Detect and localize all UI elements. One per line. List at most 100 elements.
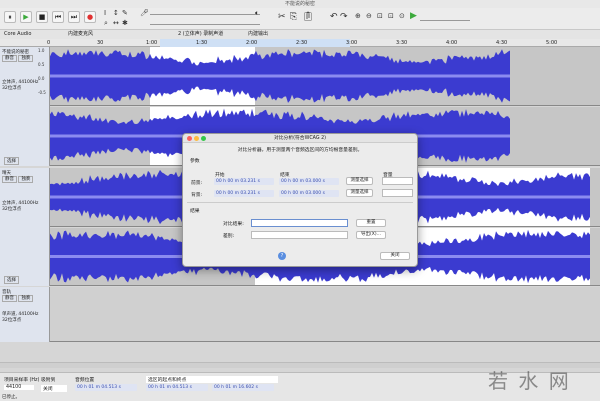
window-title: 不能说的秘密 bbox=[0, 0, 600, 8]
selection-mode-select[interactable]: 选区的起点和终点 bbox=[146, 376, 278, 383]
close-window-icon[interactable] bbox=[187, 136, 192, 141]
play-at-speed-icon[interactable]: ▶ bbox=[410, 11, 417, 21]
play-speed-slider[interactable] bbox=[420, 20, 470, 21]
play-button[interactable]: ▶ bbox=[20, 11, 32, 23]
waveform-channel[interactable] bbox=[50, 47, 600, 106]
results-label: 结果 bbox=[190, 209, 200, 214]
record-meter[interactable] bbox=[150, 14, 260, 15]
selection-tool-icon[interactable]: I bbox=[104, 9, 106, 17]
playback-meter[interactable] bbox=[150, 24, 260, 25]
select-button[interactable]: 选择 bbox=[4, 276, 19, 284]
tick: 2:30 bbox=[296, 40, 308, 46]
tick: 3:00 bbox=[346, 40, 358, 46]
watermark: 若 水 网 bbox=[488, 369, 571, 393]
fit-selection-icon[interactable]: ⊡ bbox=[377, 12, 383, 20]
toolbar: ⏸ ▶ ■ ⏮ ⏭ ● I ↕ ✎ ⌕ ↔ ✱ 🎤︎ 🔈︎ ✂ ⎘ 📋︎ ↶ ↷… bbox=[0, 8, 600, 30]
fit-project-icon[interactable]: ⊡ bbox=[388, 12, 394, 20]
solo-button[interactable]: 独奏 bbox=[18, 55, 34, 62]
tick: 4:00 bbox=[446, 40, 458, 46]
speaker-icon: 🔈︎ bbox=[255, 9, 260, 17]
host-select[interactable]: Core Audio bbox=[4, 30, 31, 39]
copy-icon[interactable]: ⎘ bbox=[290, 12, 297, 22]
difference-field[interactable] bbox=[251, 231, 348, 239]
col-end: 结束 bbox=[280, 173, 290, 178]
selection-end[interactable]: 00 h 01 m 16.602 s bbox=[212, 384, 274, 391]
zoom-window-icon[interactable] bbox=[201, 136, 206, 141]
skip-end-button[interactable]: ⏭ bbox=[68, 11, 80, 23]
record-meter-icon: 🎤︎ bbox=[140, 9, 149, 17]
tick: 3:30 bbox=[396, 40, 408, 46]
output-device-select[interactable]: 内建输出 bbox=[248, 30, 268, 39]
draw-tool-icon[interactable]: ✎ bbox=[122, 9, 128, 17]
undo-icon[interactable]: ↶ bbox=[330, 12, 338, 22]
zoom-out-icon[interactable]: ⊖ bbox=[366, 12, 372, 20]
fg-end-time[interactable]: 00 h 00 m 03.000 s bbox=[279, 178, 339, 185]
track-info: 立体声, 44100Hz 32位浮点 bbox=[2, 201, 39, 212]
params-label: 参数 bbox=[190, 159, 200, 164]
track-control-panel[interactable]: 音轨 静音 独奏 单声道, 44100Hz 32位浮点 bbox=[0, 287, 50, 342]
paste-icon[interactable]: 📋︎ bbox=[302, 12, 313, 22]
snap-select[interactable]: 关闭 bbox=[41, 385, 67, 392]
rate-select[interactable]: 44100 bbox=[4, 385, 34, 390]
snap-label: 吸附到 bbox=[41, 378, 56, 383]
skip-start-button[interactable]: ⏮ bbox=[52, 11, 64, 23]
mute-button[interactable]: 静音 bbox=[2, 176, 17, 183]
dialog-description: 对比分析器，用于测量两个音频选区间的方均根音量差别。 bbox=[237, 148, 363, 153]
tick: 4:30 bbox=[496, 40, 508, 46]
channels-select[interactable]: 2 (立体声) 录制声道 bbox=[178, 30, 223, 39]
foreground-label: 前景: bbox=[191, 181, 203, 186]
tick: 5:00 bbox=[546, 40, 558, 46]
close-button[interactable]: 关闭 bbox=[380, 252, 410, 260]
amplitude-scale: 1.0 0.5 0.0 -0.5 bbox=[38, 48, 46, 95]
stop-button[interactable]: ■ bbox=[36, 11, 48, 23]
export-button[interactable]: 导出(X)... bbox=[356, 231, 386, 239]
cut-icon[interactable]: ✂ bbox=[278, 12, 286, 22]
zoom-tool-icon[interactable]: ⌕ bbox=[104, 19, 108, 28]
timeline-ruler[interactable]: 0 30 1:00 1:30 2:00 2:30 3:00 3:30 4:00 … bbox=[0, 39, 600, 47]
col-start: 开始 bbox=[215, 173, 225, 178]
track-control-panel[interactable]: 晴天 静音 独奏 立体声, 44100Hz 32位浮点 选择 bbox=[0, 168, 50, 286]
record-button[interactable]: ● bbox=[84, 11, 96, 23]
selection-toolbar: 项目采样率 (Hz) 44100 吸附到 关闭 音频位置 00 h 01 m 0… bbox=[0, 369, 600, 395]
status-bar: 已停止。 bbox=[0, 395, 600, 401]
foreground-volume bbox=[382, 177, 413, 185]
contrast-result-label: 对比结果: bbox=[223, 222, 244, 227]
audio-position[interactable]: 00 h 01 m 04.513 s bbox=[75, 384, 137, 391]
rate-label: 项目采样率 (Hz) bbox=[4, 378, 40, 383]
tick: 0 bbox=[47, 40, 51, 46]
help-icon[interactable]: ? bbox=[278, 252, 286, 260]
measure-foreground-button[interactable]: 测量选择 bbox=[346, 177, 373, 185]
measure-background-button[interactable]: 测量选择 bbox=[346, 189, 373, 197]
mute-button[interactable]: 静音 bbox=[2, 295, 17, 302]
select-button[interactable]: 选择 bbox=[4, 157, 19, 165]
empty-track[interactable] bbox=[50, 287, 600, 342]
redo-icon[interactable]: ↷ bbox=[340, 12, 348, 22]
tick: 2:00 bbox=[246, 40, 258, 46]
timeshift-tool-icon[interactable]: ↔ bbox=[113, 19, 119, 27]
contrast-dialog: 对比分析(符合WCAG 2) 对比分析器，用于测量两个音频选区间的方均根音量差别… bbox=[182, 133, 418, 267]
minimize-window-icon[interactable] bbox=[194, 136, 199, 141]
tick: 1:00 bbox=[146, 40, 158, 46]
mute-button[interactable]: 静音 bbox=[2, 55, 17, 62]
solo-button[interactable]: 独奏 bbox=[18, 295, 34, 302]
input-device-select[interactable]: 内建麦克风 bbox=[68, 30, 93, 39]
contrast-result-field[interactable] bbox=[251, 219, 348, 227]
reset-button[interactable]: 重置 bbox=[356, 219, 386, 227]
multi-tool-icon[interactable]: ✱ bbox=[122, 19, 128, 27]
bg-end-time[interactable]: 00 h 00 m 03.000 s bbox=[279, 190, 339, 197]
selection-start[interactable]: 00 h 01 m 04.513 s bbox=[146, 384, 208, 391]
dialog-title: 对比分析(符合WCAG 2) bbox=[273, 136, 327, 141]
background-volume bbox=[382, 189, 413, 197]
zoom-toggle-icon[interactable]: ⊙ bbox=[399, 12, 405, 20]
zoom-in-icon[interactable]: ⊕ bbox=[355, 12, 361, 20]
solo-button[interactable]: 独奏 bbox=[18, 176, 34, 183]
background-label: 背景: bbox=[191, 193, 203, 198]
divider bbox=[187, 202, 413, 203]
tick: 30 bbox=[97, 40, 104, 46]
pause-button[interactable]: ⏸ bbox=[4, 11, 16, 23]
envelope-tool-icon[interactable]: ↕ bbox=[113, 9, 119, 17]
track-info: 单声道, 44100Hz 32位浮点 bbox=[2, 312, 39, 323]
waveform bbox=[50, 47, 510, 105]
bg-start-time[interactable]: 00 h 00 m 03.231 s bbox=[214, 190, 274, 197]
fg-start-time[interactable]: 00 h 00 m 03.231 s bbox=[214, 178, 274, 185]
